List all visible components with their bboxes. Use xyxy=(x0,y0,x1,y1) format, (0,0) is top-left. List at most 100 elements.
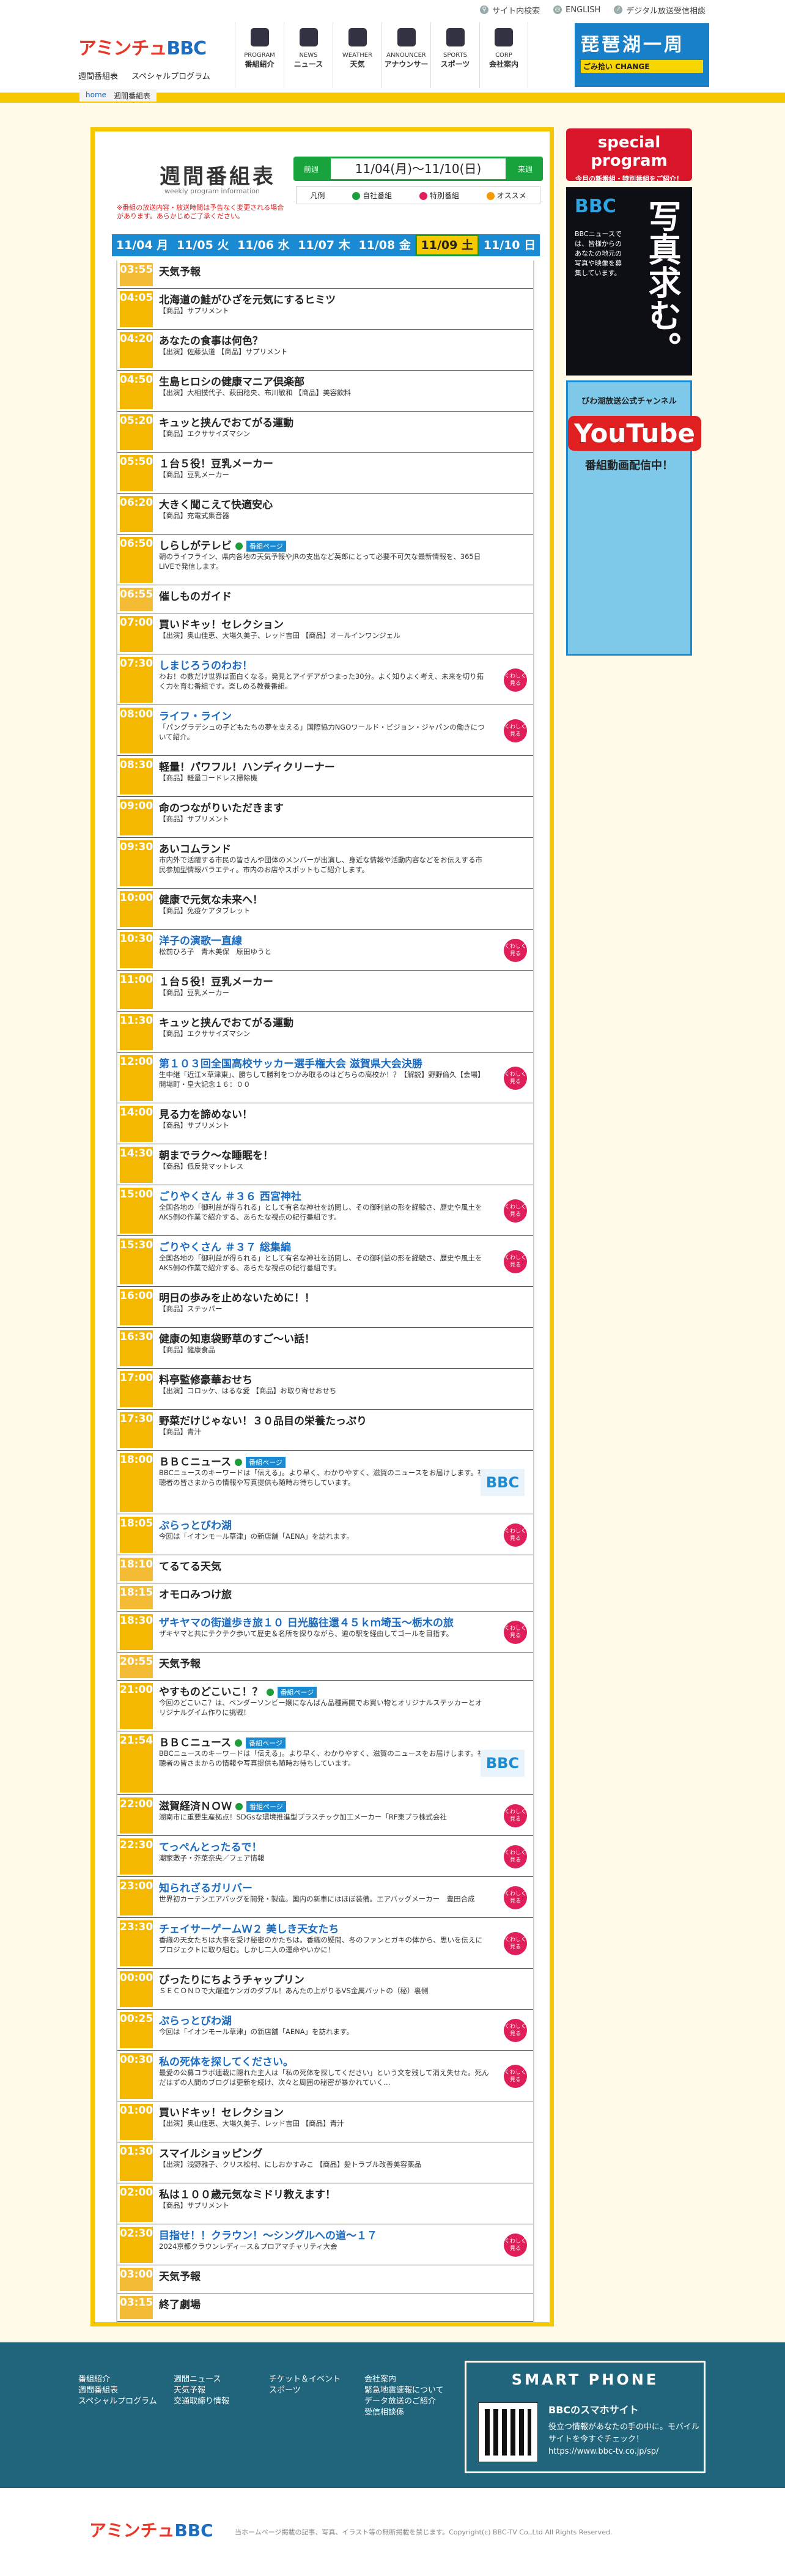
program-page-badge[interactable]: 番組ページ xyxy=(246,1801,286,1812)
program-title[interactable]: てるてる天気 xyxy=(159,1558,221,1573)
gnav-item-announcer[interactable]: ANNOUNCER アナウンサー xyxy=(381,22,430,88)
program-title[interactable]: 北海道の鮭がひざを元気にするヒミツ xyxy=(159,291,336,306)
program-page-badge[interactable]: 番組ページ xyxy=(277,1687,317,1698)
program-title[interactable]: ごりやくさん ＃３７ 総集編 xyxy=(159,1238,291,1254)
footer-link[interactable]: 週間番組表 xyxy=(78,2385,157,2396)
day-tab[interactable]: 11/08 金 xyxy=(355,234,415,256)
day-tab[interactable]: 11/06 水 xyxy=(233,234,293,256)
next-week-button[interactable]: 来週 xyxy=(509,164,541,174)
program-row[interactable]: 05:20 キュッと挟んでおてがる運動 【商品】エクササイズマシン xyxy=(117,412,533,453)
program-title[interactable]: 大きく聞こえて快適安心 xyxy=(159,496,273,511)
program-row[interactable]: 18:05 ぷらっとびわ湖 今回は「イオンモール草津」の新店舗「AENA」を訪れます… xyxy=(117,1514,533,1555)
detail-pin-icon[interactable]: くわしく見る xyxy=(504,1066,527,1090)
footer-link[interactable]: 天気予報 xyxy=(174,2385,229,2396)
program-title[interactable]: １台５役！豆乳メーカー xyxy=(159,973,273,988)
special-program-banner[interactable]: special program 今月の新番組・特別番組をご紹介！ xyxy=(566,128,692,183)
day-tab[interactable]: 11/05 火 xyxy=(172,234,233,256)
program-title[interactable]: 天気予報 xyxy=(159,263,201,278)
detail-pin-icon[interactable]: くわしく見る xyxy=(504,1620,527,1644)
day-tab[interactable]: 11/07 木 xyxy=(293,234,354,256)
program-title[interactable]: 軽量！パワフル！ハンディクリーナー xyxy=(159,758,335,774)
gnav-item-program[interactable]: PROGRAM 番組紹介 xyxy=(235,22,284,88)
program-row[interactable]: 14:00 見る力を諦めない！ 【商品】サプリメント xyxy=(117,1103,533,1144)
program-row[interactable]: 09:30 あいコムランド 市内外で活躍する市民の皆さんや団体のメンバーが出演し、身… xyxy=(117,838,533,889)
program-row[interactable]: 21:00 やすものどこいこ！？ 番組ページ 今回のどこいこ？は、ベンダーソンビー嬢に… xyxy=(117,1681,533,1731)
program-title[interactable]: 催しものガイド xyxy=(159,588,232,603)
program-row[interactable]: 09:00 命のつながりいただきます 【商品】サプリメント xyxy=(117,797,533,838)
weekly-schedule-link[interactable]: 週間番組表 xyxy=(78,70,118,81)
program-row[interactable]: 04:05 北海道の鮭がひざを元気にするヒミツ 【商品】サプリメント xyxy=(117,289,533,330)
smartphone-url[interactable]: https://www.bbc-tv.co.jp/sp/ xyxy=(548,2447,658,2456)
program-title[interactable]: 朝までラク〜な睡眠を！ xyxy=(159,1147,273,1162)
program-page-badge[interactable]: 番組ページ xyxy=(246,1738,286,1749)
program-title[interactable]: 知られざるガリバー xyxy=(159,1879,252,1895)
program-row[interactable]: 01:30 スマイルショッピング 【出演】浅野雅子、クリス松村、にしおかすみこ 【商… xyxy=(117,2142,533,2183)
program-title[interactable]: ぷらっとびわ湖 xyxy=(159,2012,232,2027)
gnav-item-corp[interactable]: CORP 会社案内 xyxy=(479,22,528,88)
program-title[interactable]: 第１０３回全国高校サッカー選手権大会 滋賀県大会決勝 xyxy=(159,1055,422,1070)
program-title[interactable]: 目指せ！！クラウン！〜シングルへの道〜１７ xyxy=(159,2227,377,2242)
program-row[interactable]: 16:30 健康の知恵袋野草のすご〜い話！ 【商品】健康食品 xyxy=(117,1328,533,1369)
program-row[interactable]: 08:30 軽量！パワフル！ハンディクリーナー 【商品】軽量コードレス掃除機 xyxy=(117,756,533,797)
detail-pin-icon[interactable]: くわしく見る xyxy=(504,1931,527,1955)
program-row[interactable]: 07:00 買いドキッ！セレクション 【出演】奥山佳恵、大場久美子、レッド吉田 【商… xyxy=(117,613,533,654)
program-title[interactable]: 洋子の演歌一直線 xyxy=(159,932,242,947)
gnav-item-news[interactable]: NEWS ニュース xyxy=(284,22,333,88)
breadcrumb-home[interactable]: home xyxy=(86,91,106,100)
detail-pin-icon[interactable]: くわしく見る xyxy=(504,1886,527,1909)
program-title[interactable]: 買いドキッ！セレクション xyxy=(159,2104,284,2119)
photo-request-banner[interactable]: BBC 写真求む。 BBCニュースでは、皆様からのあなたの地元の写真や映像を募集… xyxy=(566,187,692,376)
detail-pin-icon[interactable]: くわしく見る xyxy=(504,1804,527,1827)
program-title[interactable]: 天気予報 xyxy=(159,2268,201,2283)
program-title[interactable]: しまじろうのわお！ xyxy=(159,657,252,672)
program-row[interactable]: 23:00 知られざるガリバー 世界初カーテンエアバッグを開発・製造。国内の新車には… xyxy=(117,1877,533,1918)
program-title[interactable]: 健康で元気な未来へ！ xyxy=(159,891,263,906)
day-tab[interactable]: 11/10 日 xyxy=(479,234,540,256)
program-row[interactable]: 18:30 ザキヤマの街道歩き旅１０ 日光脇往還４５ｋｍ埼玉〜栃木の旅 ザキヤマと共… xyxy=(117,1612,533,1653)
program-row[interactable]: 07:30 しまじろうのわお！ わお！の数だけ世界は面白くなる。発見とアイデアがつま… xyxy=(117,654,533,705)
program-title[interactable]: ぷらっとびわ湖 xyxy=(159,1517,232,1532)
program-row[interactable]: 12:00 第１０３回全国高校サッカー選手権大会 滋賀県大会決勝 生中継「近江×草津… xyxy=(117,1053,533,1103)
program-row[interactable]: 16:00 明日の歩みを止めないために！！ 【商品】ステッパー xyxy=(117,1287,533,1328)
program-title[interactable]: しらしがテレビ 番組ページ xyxy=(159,537,286,552)
detail-pin-icon[interactable]: くわしく見る xyxy=(504,668,527,692)
detail-pin-icon[interactable]: くわしく見る xyxy=(504,2018,527,2042)
english-link[interactable]: ◎ ENGLISH xyxy=(553,6,600,15)
program-title[interactable]: キュッと挟んでおてがる運動 xyxy=(159,1014,293,1029)
program-title[interactable]: １台５役！豆乳メーカー xyxy=(159,455,273,470)
detail-pin-icon[interactable]: くわしく見る xyxy=(504,719,527,742)
program-row[interactable]: 22:30 てっぺんとったるで！ 潮家敷子・芥菜奈央／フェア情報 くわしく見る xyxy=(117,1836,533,1877)
day-tab[interactable]: 11/09 土 xyxy=(415,234,479,256)
program-title[interactable]: 命のつながりいただきます xyxy=(159,799,284,815)
program-title[interactable]: ごりやくさん ＃３６ 西宮神社 xyxy=(159,1188,301,1203)
footer-link[interactable]: 週間ニュース xyxy=(174,2374,229,2385)
program-row[interactable]: 06:50 しらしがテレビ 番組ページ 朝のライフライン、県内各地の天気予報やJRの支… xyxy=(117,535,533,585)
program-title[interactable]: 生島ヒロシの健康マニア倶楽部 xyxy=(159,373,304,388)
program-row[interactable]: 11:30 キュッと挟んでおてがる運動 【商品】エクササイズマシン xyxy=(117,1012,533,1053)
program-row[interactable]: 03:00 天気予報 xyxy=(117,2265,533,2293)
program-row[interactable]: 21:54 ＢＢＣニュース 番組ページ BBCニュースのキーワードは「伝える」。より早… xyxy=(117,1731,533,1795)
program-row[interactable]: 14:30 朝までラク〜な睡眠を！ 【商品】低反発マットレス xyxy=(117,1144,533,1185)
program-title[interactable]: チェイサーゲームＷ２ 美しき天女たち xyxy=(159,1920,339,1936)
program-row[interactable]: 02:00 私は１００歳元気なミドリ教えます！ 【商品】サプリメント xyxy=(117,2183,533,2224)
program-row[interactable]: 06:20 大きく聞こえて快適安心 【商品】充電式集音器 xyxy=(117,494,533,535)
detail-pin-icon[interactable]: くわしく見る xyxy=(504,1523,527,1547)
program-title[interactable]: 終了劇場 xyxy=(159,2296,201,2311)
program-row[interactable]: 00:30 私の死体を探してください。 最愛の公募コラボ連載に隠れた主人は「私の死体… xyxy=(117,2051,533,2101)
program-row[interactable]: 00:00 ぴったりにちようチャップリン ＳＥＣＯＮＤで大躍進ケンガのダブル！あんた… xyxy=(117,1969,533,2010)
detail-pin-icon[interactable]: くわしく見る xyxy=(504,1249,527,1273)
footer-logo[interactable]: アミンチュBBC xyxy=(89,2517,213,2542)
program-row[interactable]: 10:00 健康で元気な未来へ！ 【商品】免疫ケアタブレット xyxy=(117,889,533,930)
footer-link[interactable]: チケット＆イベント xyxy=(269,2374,341,2385)
program-row[interactable]: 10:30 洋子の演歌一直線 松前ひろ子 青木美保 原田ゆうと くわしく見る xyxy=(117,930,533,971)
program-title[interactable]: 私の死体を探してください。 xyxy=(159,2053,293,2068)
program-title[interactable]: 滋賀経済ＮＯＷ 番組ページ xyxy=(159,1797,286,1813)
program-title[interactable]: あいコムランド xyxy=(159,840,231,856)
program-title[interactable]: ライフ・ライン xyxy=(159,708,232,723)
detail-pin-icon[interactable]: くわしく見る xyxy=(504,938,527,962)
program-row[interactable]: 04:20 あなたの食事は何色？ 【出演】佐藤弘道 【商品】サプリメント xyxy=(117,330,533,371)
program-row[interactable]: 08:00 ライフ・ライン 「パングラデシュの子どもたちの夢を支える」国際協力NGO… xyxy=(117,705,533,756)
program-page-badge[interactable]: 番組ページ xyxy=(246,541,286,552)
program-row[interactable]: 17:00 料亭監修豪華おせち 【出演】コロッケ、はるな愛 【商品】お取り寄せおせち xyxy=(117,1369,533,1410)
program-row[interactable]: 11:00 １台５役！豆乳メーカー 【商品】豆乳メーカー xyxy=(117,971,533,1012)
